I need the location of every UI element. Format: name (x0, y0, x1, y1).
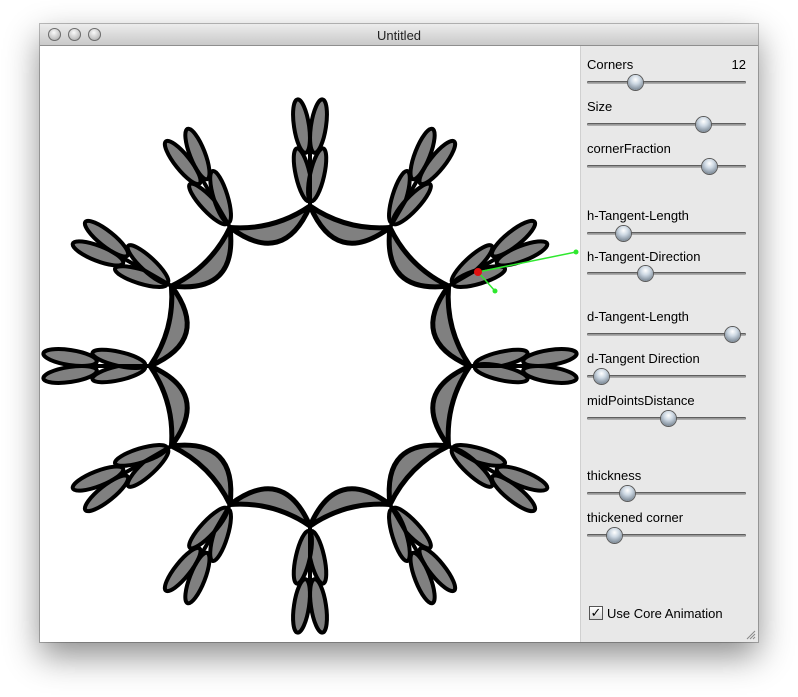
corners-label: Corners (587, 57, 634, 72)
ring-segment (386, 442, 452, 508)
d-tangent-direction-slider[interactable] (587, 369, 746, 385)
window-title: Untitled (376, 28, 422, 43)
size-label: Size (587, 99, 613, 114)
slider-knob[interactable] (616, 226, 631, 241)
slider-knob[interactable] (701, 159, 717, 174)
checkmark-icon: ✓ (590, 605, 602, 620)
corners-slider[interactable] (587, 75, 746, 91)
slider-knob[interactable] (594, 369, 610, 384)
ring-segment (147, 283, 190, 369)
slider-knob[interactable] (637, 266, 653, 281)
d-tangent-length-slider[interactable] (587, 327, 746, 343)
control-point[interactable] (474, 268, 482, 276)
use-core-animation-checkbox[interactable]: ✓ (589, 606, 603, 620)
star-shape-drawing[interactable] (40, 46, 580, 642)
ring-segment (168, 224, 234, 290)
d-tangent-length-label: d-Tangent-Length (587, 309, 689, 324)
corner-fraction-slider[interactable] (587, 159, 746, 175)
h-tangent-direction-label: h-Tangent-Direction (587, 249, 701, 264)
ring-segment (227, 486, 313, 529)
mid-points-distance-label: midPointsDistance (587, 393, 695, 408)
size-slider[interactable] (587, 117, 746, 133)
h-tangent-direction-slider[interactable] (587, 266, 746, 282)
slider-knob[interactable] (607, 528, 623, 543)
ring-segment (386, 224, 452, 290)
ring-segment (168, 442, 234, 508)
h-tangent-length-slider[interactable] (587, 226, 746, 242)
mid-points-distance-slider[interactable] (587, 411, 746, 427)
ring-segment (430, 283, 473, 369)
use-core-animation-label: Use Core Animation (607, 606, 723, 621)
slider-knob[interactable] (620, 486, 636, 501)
slider-knob[interactable] (695, 117, 711, 132)
thickness-label: thickness (587, 468, 642, 483)
h-tangent-length-label: h-Tangent-Length (587, 208, 689, 223)
ring-segment (147, 363, 190, 449)
ring-segment (307, 203, 393, 246)
slider-knob[interactable] (627, 75, 643, 90)
title-bar[interactable]: Untitled (40, 24, 758, 46)
ring-segment (307, 486, 393, 529)
corner-fraction-label: cornerFraction (587, 141, 671, 156)
control-panel: Corners 12 Size cornerFraction h-Tangent… (580, 46, 758, 642)
slider-knob[interactable] (660, 411, 676, 426)
slider-knob[interactable] (724, 327, 740, 342)
tangent-handle-point[interactable] (492, 288, 498, 294)
app-window: Untitled Corners 12 Size cornerFraction … (40, 24, 758, 642)
tangent-handle-point[interactable] (573, 249, 579, 255)
d-tangent-direction-label: d-Tangent Direction (587, 351, 700, 366)
ring-segment (227, 203, 313, 246)
ring-segment (430, 363, 473, 449)
thickened-corner-slider[interactable] (587, 528, 746, 544)
corners-value: 12 (731, 57, 746, 72)
thickened-corner-label: thickened corner (587, 510, 684, 525)
thickness-slider[interactable] (587, 486, 746, 502)
resize-grip-icon[interactable] (744, 628, 756, 640)
drawing-canvas[interactable] (40, 46, 580, 642)
